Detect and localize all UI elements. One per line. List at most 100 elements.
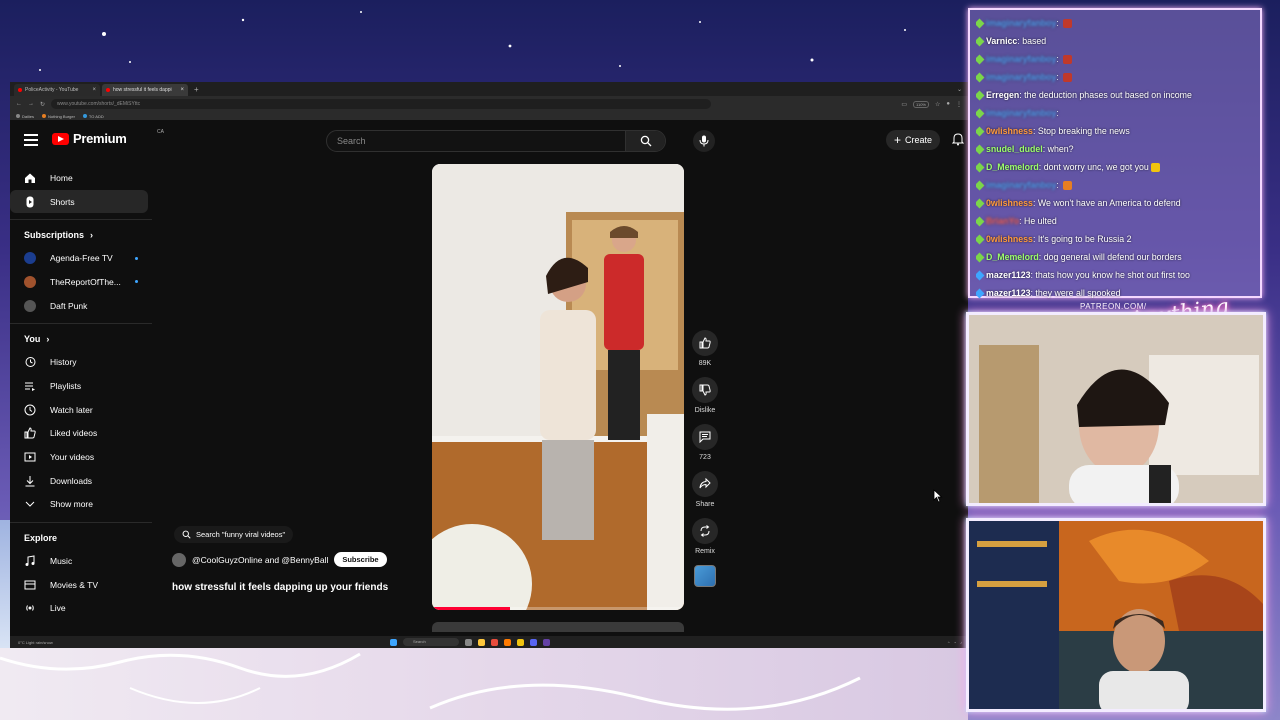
weather-widget[interactable]: 0°C Light rain/snow bbox=[10, 640, 390, 645]
task-view-icon[interactable] bbox=[465, 638, 472, 646]
window-menu-icon[interactable]: ⌄ bbox=[957, 84, 968, 96]
subscriber-badge-icon bbox=[976, 18, 985, 29]
share-button[interactable] bbox=[692, 471, 718, 497]
forward-icon[interactable]: → bbox=[28, 101, 34, 107]
sidebar-item-movies-tv[interactable]: Movies & TV bbox=[10, 573, 148, 597]
app-icon[interactable] bbox=[491, 638, 498, 646]
tab-bar: PoliceActivity - YouTube × how stressful… bbox=[10, 82, 968, 96]
sidebar-item-history[interactable]: History bbox=[10, 350, 148, 374]
comments-button[interactable] bbox=[692, 424, 718, 450]
channel-name[interactable]: @CoolGuyzOnline and @BennyBall bbox=[192, 555, 328, 565]
subscriber-badge-icon bbox=[976, 36, 985, 47]
next-short-preview[interactable] bbox=[432, 622, 684, 632]
like-button[interactable] bbox=[692, 330, 718, 356]
start-icon[interactable] bbox=[390, 638, 397, 646]
share-action: Share bbox=[686, 471, 724, 508]
sidebar-item-subscription[interactable]: Agenda-Free TV bbox=[10, 246, 148, 270]
subscriptions-heading[interactable]: Subscriptions › bbox=[10, 220, 152, 246]
hamburger-menu-icon[interactable] bbox=[24, 134, 38, 146]
shorts-video-player[interactable] bbox=[432, 164, 684, 610]
search-input[interactable]: Search bbox=[327, 136, 625, 146]
close-tab-icon[interactable]: × bbox=[180, 87, 184, 93]
sidebar-item-shorts[interactable]: Shorts bbox=[10, 189, 148, 214]
extension-icon[interactable]: ● bbox=[946, 101, 950, 107]
sidebar-item-music[interactable]: Music bbox=[10, 549, 148, 573]
reload-icon[interactable]: ↻ bbox=[40, 101, 45, 108]
sidebar-item-playlists[interactable]: Playlists bbox=[10, 374, 148, 398]
chat-username[interactable]: imaginaryfanboy bbox=[986, 180, 1056, 190]
dislike-button[interactable] bbox=[692, 377, 718, 403]
video-progress-bar[interactable] bbox=[432, 607, 684, 610]
you-heading[interactable]: You › bbox=[10, 324, 152, 350]
notifications-button[interactable] bbox=[951, 132, 965, 151]
volume-icon[interactable]: ♪ bbox=[960, 640, 962, 645]
menu-icon[interactable]: ⋮ bbox=[956, 101, 962, 108]
browser-tab-active[interactable]: how stressful it feels dappi × bbox=[102, 84, 188, 96]
chat-username[interactable]: Erregen bbox=[986, 90, 1019, 100]
create-button[interactable]: + Create bbox=[886, 130, 941, 150]
new-tab-icon[interactable]: + bbox=[190, 84, 203, 96]
chat-username[interactable]: mazer1123 bbox=[986, 270, 1031, 280]
related-search-chip[interactable]: Search "funny viral videos" bbox=[174, 526, 294, 543]
chat-username[interactable]: imaginaryfanboy bbox=[986, 54, 1056, 64]
chat-username[interactable]: imaginaryfanboy bbox=[986, 18, 1056, 28]
url-field[interactable]: www.youtube.com/shorts/_dEMiSYttc bbox=[51, 99, 712, 109]
chat-emote-icon bbox=[1063, 73, 1073, 83]
search-icon bbox=[182, 530, 191, 539]
watch-later-icon bbox=[24, 404, 36, 416]
subscriber-badge-icon bbox=[976, 270, 985, 281]
chat-username[interactable]: D_Memelord bbox=[986, 162, 1039, 172]
chat-username[interactable]: Varnicc bbox=[986, 36, 1017, 46]
chat-username[interactable]: snudel_dudel bbox=[986, 144, 1043, 154]
tray-chevron-icon[interactable]: ^ bbox=[948, 640, 950, 645]
chat-username[interactable]: D_Memelord bbox=[986, 252, 1039, 262]
channel-avatar[interactable] bbox=[172, 552, 186, 567]
chat-username[interactable]: 0wlishness bbox=[986, 234, 1033, 244]
sidebar-item-your-videos[interactable]: Your videos bbox=[10, 445, 148, 469]
bookmark-item[interactable]: TO ADD bbox=[82, 114, 104, 119]
chat-username[interactable]: imaginaryfanboy bbox=[986, 72, 1056, 82]
chat-username[interactable]: 0wlishness bbox=[986, 198, 1033, 208]
sidebar-item-subscription[interactable]: TheReportOfThe... bbox=[10, 270, 148, 294]
zoom-indicator[interactable]: 110% bbox=[913, 100, 929, 108]
install-icon[interactable]: ▭ bbox=[901, 101, 907, 108]
chat-username[interactable]: BrianYo bbox=[986, 216, 1019, 226]
network-icon[interactable]: ◔ bbox=[954, 640, 956, 645]
close-tab-icon[interactable]: × bbox=[92, 87, 96, 93]
search-box[interactable]: Search bbox=[326, 130, 666, 152]
subscriber-badge-icon bbox=[976, 72, 985, 83]
voice-search-button[interactable] bbox=[693, 130, 715, 152]
sidebar-item-watch-later[interactable]: Watch later bbox=[10, 398, 148, 422]
browser-tab[interactable]: PoliceActivity - YouTube × bbox=[14, 84, 100, 96]
taskbar-search[interactable]: Search bbox=[403, 638, 459, 646]
bookmark-star-icon[interactable]: ☆ bbox=[935, 101, 940, 108]
explore-heading: Explore bbox=[24, 533, 58, 544]
youtube-premium-logo[interactable]: Premium CA bbox=[52, 129, 164, 146]
system-tray[interactable]: ^ ◔ ♪ bbox=[948, 640, 968, 645]
bookmark-item[interactable]: Nothing Burger bbox=[42, 114, 75, 119]
app-icon[interactable] bbox=[543, 638, 550, 646]
short-title[interactable]: how stressful it feels dapping up your f… bbox=[172, 582, 388, 593]
back-icon[interactable]: ← bbox=[16, 101, 22, 107]
bookmark-item[interactable]: Dailies bbox=[16, 114, 34, 119]
file-explorer-icon[interactable] bbox=[478, 638, 485, 646]
app-icon[interactable] bbox=[504, 638, 511, 646]
subscriber-badge-icon bbox=[976, 198, 985, 209]
sound-thumbnail[interactable] bbox=[694, 565, 716, 587]
sidebar-item-liked-videos[interactable]: Liked videos bbox=[10, 422, 148, 446]
chat-username[interactable]: mazer1123 bbox=[986, 288, 1031, 298]
chat-username[interactable]: imaginaryfanboy bbox=[986, 108, 1056, 118]
chat-separator: : bbox=[1056, 108, 1059, 118]
plus-icon: + bbox=[894, 133, 902, 147]
sidebar-item-show-more[interactable]: Show more bbox=[10, 493, 148, 517]
sidebar-item-downloads[interactable]: Downloads bbox=[10, 469, 148, 493]
chat-username[interactable]: 0wlishness bbox=[986, 126, 1033, 136]
subscribe-button[interactable]: Subscribe bbox=[334, 552, 387, 567]
sidebar-item-live[interactable]: Live bbox=[10, 597, 148, 621]
sidebar-item-subscription[interactable]: Daft Punk bbox=[10, 294, 148, 318]
chrome-icon[interactable] bbox=[517, 638, 524, 646]
remix-button[interactable] bbox=[692, 518, 718, 544]
discord-icon[interactable] bbox=[530, 638, 537, 646]
sidebar-item-home[interactable]: Home bbox=[10, 166, 148, 190]
search-button[interactable] bbox=[625, 131, 665, 151]
